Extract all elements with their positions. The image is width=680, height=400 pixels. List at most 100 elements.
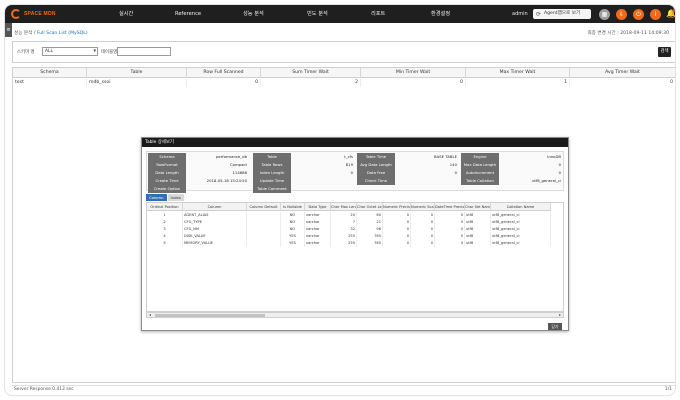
column-cell: 0 <box>411 233 435 240</box>
column-cell: 0 <box>411 226 435 233</box>
chevron-down-icon: ▾ <box>93 48 96 54</box>
schema-select[interactable]: ALL ▾ <box>42 47 98 56</box>
col-schema[interactable]: Schema <box>13 68 87 78</box>
column-cell: MEMORY_VALUE <box>183 240 247 247</box>
col-header[interactable]: Char Octet Length <box>357 203 383 211</box>
refresh-icon: ⟳ <box>536 10 542 18</box>
col-header[interactable]: Ordinal Position <box>147 203 183 211</box>
column-cell: 21 <box>357 219 383 226</box>
col-min-timer-wait[interactable]: Min Timer Wait <box>361 68 466 78</box>
app-logo[interactable]: SPACE MON <box>11 9 57 19</box>
nav-realtime[interactable]: 실시간 <box>119 5 133 23</box>
table-row[interactable]: 4 DISK_VALUE YES varchar 255 765 0 0 0 utf8 utf8_g… <box>147 233 551 240</box>
schema-select-value: ALL <box>45 49 53 54</box>
col-header[interactable]: Data Type <box>305 203 331 211</box>
col-header[interactable]: Numeric Precision <box>383 203 411 211</box>
modal-tabs: Column Index <box>146 194 185 201</box>
download-icon[interactable]: ⇩ <box>616 9 627 20</box>
column-cell: AGENT_ALIAS <box>183 212 247 219</box>
info-icon[interactable]: i <box>650 9 661 20</box>
tab-index[interactable]: Index <box>167 194 184 201</box>
nav-report[interactable]: 리포트 <box>371 5 385 23</box>
column-cell: 0 <box>435 240 465 247</box>
horizontal-scrollbar[interactable]: ◂ ▸ <box>146 312 564 318</box>
info-value: InnoDB <box>547 154 561 159</box>
scroll-left-icon[interactable]: ◂ <box>147 313 153 317</box>
server-response-text: Server Response 0.413 sec <box>14 387 74 392</box>
info-value: 0 <box>454 170 457 175</box>
col-max-timer-wait[interactable]: Max Timer Wait <box>466 68 570 78</box>
info-value: 114688 <box>232 170 248 175</box>
info-value: 819 <box>345 162 353 167</box>
info-value: 140 <box>449 162 457 167</box>
col-header[interactable]: Column <box>183 203 247 211</box>
column-cell: CFG_NM <box>183 226 247 233</box>
column-cell <box>247 240 281 247</box>
table-row[interactable]: 3 CFG_NM NO varchar 32 96 0 0 0 utf8 utf8_general_… <box>147 226 551 233</box>
column-cell: YES <box>281 240 305 247</box>
column-cell: 0 <box>383 212 411 219</box>
nav-performance-analysis[interactable]: 성능 분석 <box>243 5 264 23</box>
column-cell: 0 <box>383 219 411 226</box>
bell-icon[interactable]: 🔔 <box>666 8 675 19</box>
search-panel: 스키마 명 ALL ▾ 테이블명 검색 <box>12 41 675 63</box>
column-cell: 0 <box>435 226 465 233</box>
col-table[interactable]: Table <box>87 68 187 78</box>
column-cell: 765 <box>357 240 383 247</box>
app-screen: SPACE MON 실시간 Reference 성능 분석 빈도 분석 리포트 … <box>4 4 676 396</box>
col-header[interactable]: DateTime Precision <box>435 203 465 211</box>
last-updated-time: 최종 변경 시간 : 2018-09-11 14:09:30 <box>587 31 669 36</box>
search-button[interactable]: 검색 <box>658 47 671 57</box>
column-cell: varchar <box>305 240 331 247</box>
info-key: RowFormat <box>148 161 186 169</box>
column-cell: utf8_general_ci <box>491 219 551 226</box>
table-row[interactable]: 1 AGENT_ALIAS NO varchar 20 60 0 0 0 utf8 utf8_gen… <box>147 212 551 219</box>
column-cell: utf8 <box>465 226 491 233</box>
grid-icon[interactable]: ▦ <box>599 9 610 20</box>
power-icon[interactable]: ⏻ <box>633 9 644 20</box>
table-row[interactable]: 2 CFG_TYPE NO varchar 7 21 0 0 0 utf8 utf8_general… <box>147 219 551 226</box>
logo-text: SPACE MON <box>24 11 56 17</box>
col-header[interactable]: Numeric Scale <box>411 203 435 211</box>
scroll-right-icon[interactable]: ▸ <box>557 313 563 317</box>
nav-settings[interactable]: 환경설정 <box>431 5 450 23</box>
table-row[interactable]: 5 MEMORY_VALUE YES varchar 255 765 0 0 0 utf8 utf8… <box>147 240 551 247</box>
close-button[interactable]: 닫기 <box>548 323 562 330</box>
column-cell: utf8_general_ci <box>491 212 551 219</box>
agent-map-button[interactable]: ⟳ Agent맵으로 보기 <box>533 9 591 19</box>
col-header[interactable]: Is Nullable <box>281 203 305 211</box>
col-header[interactable]: Column Default <box>247 203 281 211</box>
table-detail-modal: Table 상세보기 Schema performance_db Table t_cf… <box>141 137 569 331</box>
column-cell: utf8 <box>465 219 491 226</box>
column-table: Ordinal Position Column Column Default Is N… <box>146 202 564 312</box>
column-cell <box>247 233 281 240</box>
nav-reference[interactable]: Reference <box>175 5 201 23</box>
status-bar: Server Response 0.413 sec 1/1 <box>12 385 675 393</box>
col-header[interactable]: Char Max Length <box>331 203 357 211</box>
table-row[interactable]: test mdb_ssoi 0 2 0 1 0 <box>13 79 675 87</box>
scrollbar-thumb[interactable] <box>155 313 265 317</box>
table-name-label: 테이블명 <box>101 50 118 55</box>
tab-column[interactable]: Column <box>146 194 167 201</box>
col-row-full-scanned[interactable]: Row Full Scanned <box>187 68 261 78</box>
nav-frequency-analysis[interactable]: 빈도 분석 <box>307 5 328 23</box>
col-header[interactable]: Char Set Name <box>465 203 491 211</box>
user-name[interactable]: admin <box>512 5 528 23</box>
col-avg-timer-wait[interactable]: Avg Timer Wait <box>570 68 675 78</box>
col-sum-timer-wait[interactable]: Sum Timer Wait <box>261 68 361 78</box>
info-value <box>293 177 355 185</box>
column-cell: varchar <box>305 219 331 226</box>
info-value <box>293 185 355 193</box>
table-name-input[interactable] <box>117 47 171 56</box>
schema-label: 스키마 명 <box>17 50 35 55</box>
info-key: Index Length <box>253 169 291 177</box>
top-nav-bar: SPACE MON 실시간 Reference 성능 분석 빈도 분석 리포트 … <box>5 5 675 23</box>
agent-map-label: Agent맵으로 보기 <box>544 11 581 16</box>
info-key: AutoIncrement <box>461 169 499 177</box>
breadcrumb-current[interactable]: Full Scan List (MySQL) <box>37 31 88 36</box>
side-menu-toggle[interactable]: ≡ <box>5 23 12 37</box>
column-cell: 2 <box>147 219 183 226</box>
info-key: Avg Data Length <box>357 161 395 169</box>
info-value: 0 <box>558 162 561 167</box>
col-header[interactable]: Collation Name <box>491 203 551 211</box>
